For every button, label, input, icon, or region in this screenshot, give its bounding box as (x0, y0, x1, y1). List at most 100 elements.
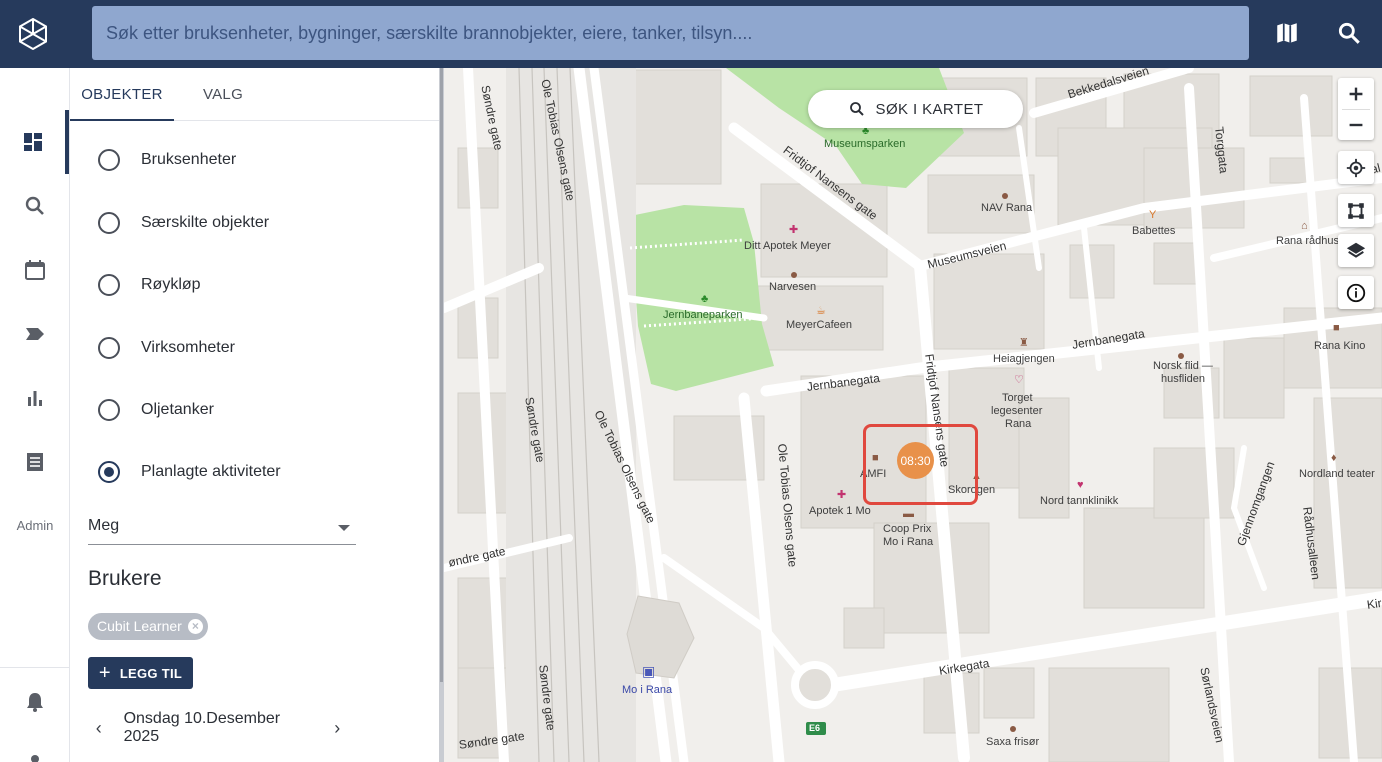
dentist-icon: ♥ (1077, 479, 1084, 491)
option-roykløp[interactable]: Røykløp (98, 265, 201, 305)
tab-objekter[interactable]: OBJEKTER (70, 68, 174, 121)
option-serskilte-objekter[interactable]: Særskilte objekter (98, 203, 269, 243)
next-day-chevron-icon[interactable]: › (326, 717, 348, 739)
user-chip: Cubit Learner × (88, 613, 208, 640)
remove-user-icon[interactable]: × (187, 619, 203, 634)
shop-dot-icon (1178, 353, 1184, 359)
calendar-icon (24, 260, 45, 280)
draw-area-button[interactable] (1338, 194, 1374, 227)
rail-item-profile[interactable] (0, 734, 69, 762)
place-label: NAV Rana (981, 202, 1033, 214)
locate-me-button[interactable] (1338, 151, 1374, 184)
rail-item-statistics[interactable] (0, 366, 69, 430)
place-label: Nordland teater (1299, 468, 1375, 480)
place-label: husfliden (1161, 373, 1206, 385)
option-label: Bruksenheter (141, 151, 237, 168)
search-icon[interactable] (1336, 20, 1362, 46)
rail-item-tags[interactable] (0, 302, 69, 366)
rail-item-reports[interactable] (0, 430, 69, 494)
option-bruksenheter[interactable]: Bruksenheter (98, 140, 236, 180)
add-user-label: LEGG TIL (119, 665, 183, 681)
gps-target-icon (1346, 158, 1366, 177)
polygon-select-icon (1348, 202, 1364, 219)
current-date: Onsdag 10.Desember 2025 (123, 710, 281, 745)
dropdown-caret-icon (338, 525, 350, 531)
tab-valg[interactable]: VALG (184, 68, 262, 121)
search-in-map-button[interactable]: SØK I KARTET (808, 90, 1023, 128)
user-icon (30, 755, 39, 762)
rail-divider (0, 667, 70, 668)
radio-button[interactable] (98, 149, 120, 171)
place-label: MeyerCafeen (786, 319, 853, 331)
park-tree-icon: ♣ (701, 293, 709, 305)
zoom-out-icon[interactable] (1345, 110, 1367, 140)
option-virksomheter[interactable]: Virksomheter (98, 328, 235, 368)
option-label: Røykløp (141, 276, 201, 293)
map-info-button[interactable] (1338, 276, 1374, 309)
bar-chart-icon (27, 391, 42, 406)
theatre-icon: ♦ (1331, 452, 1337, 464)
place-label: legesenter (991, 405, 1043, 417)
place-label: Museumsparken (824, 138, 906, 150)
map-icon[interactable] (1274, 20, 1300, 46)
option-planlagte-aktiviteter[interactable]: Planlagte aktiviteter (98, 452, 281, 492)
label-tag-icon (25, 328, 44, 340)
rail-item-admin[interactable]: Admin (0, 518, 70, 533)
radio-button-checked[interactable] (98, 461, 120, 483)
previous-day-chevron-icon[interactable]: ‹ (88, 717, 110, 739)
radio-button[interactable] (98, 212, 120, 234)
layers-button[interactable] (1338, 234, 1374, 267)
global-search[interactable] (92, 6, 1249, 60)
townhall-icon: ⌂ (1301, 220, 1308, 232)
supermarket-icon: ▬ (903, 508, 914, 520)
search-icon (25, 196, 44, 215)
place-label: Narvesen (769, 281, 817, 293)
owner-select[interactable]: Meg (88, 513, 356, 545)
panel-tabs: OBJEKTER VALG (70, 68, 439, 121)
add-user-button[interactable]: + LEGG TIL (88, 657, 193, 689)
shop-dot-icon (791, 272, 797, 278)
place-label: Saxa frisør (986, 736, 1040, 748)
filter-panel: OBJEKTER VALG Bruksenheter Særskilte obj… (70, 68, 439, 762)
statue-icon: ♜ (1019, 337, 1029, 349)
rail-item-calendar[interactable] (0, 238, 69, 302)
radio-button[interactable] (98, 274, 120, 296)
place-label: Rana (1005, 418, 1032, 430)
owner-select-value: Meg (88, 517, 120, 534)
highlight-box (863, 424, 978, 505)
place-label: Rana Kino (1314, 340, 1366, 352)
place-label: Coop Prix (883, 523, 932, 535)
place-label: Norsk flid — (1153, 360, 1213, 372)
e6-road-shield-label: E6 (809, 723, 821, 733)
user-chip-label: Cubit Learner (97, 618, 182, 634)
zoom-in-icon[interactable] (1345, 79, 1367, 109)
medical-icon: ♡ (1014, 374, 1024, 386)
option-oljetanker[interactable]: Oljetanker (98, 390, 214, 430)
radio-button[interactable] (98, 337, 120, 359)
receipt-icon (26, 453, 43, 471)
bell-icon (26, 693, 43, 712)
option-label: Planlagte aktiviteter (141, 463, 281, 480)
map-view[interactable]: Ole Tobias Olsens gate Ole Tobias Olsens… (444, 68, 1382, 762)
rail-item-dashboard[interactable] (0, 110, 69, 174)
resize-grip[interactable] (440, 68, 443, 682)
shop-dot-icon (1010, 726, 1016, 732)
option-label: Oljetanker (141, 401, 214, 418)
layers-icon (1346, 242, 1366, 258)
left-navigation-rail: Admin (0, 68, 70, 762)
plus-icon: + (98, 662, 111, 684)
zoom-control (1338, 78, 1374, 140)
place-label: Jernbaneparken (663, 309, 743, 321)
office-dot-icon (1002, 193, 1008, 199)
app-logo-icon[interactable] (18, 18, 48, 50)
rail-item-search[interactable] (0, 174, 69, 238)
map-base-layer (444, 68, 1382, 762)
pharmacy-icon: ✚ (789, 224, 799, 236)
place-label: Apotek 1 Mo (809, 505, 871, 517)
place-label: Babettes (1132, 225, 1176, 237)
users-heading: Brukere (88, 567, 162, 590)
global-search-input[interactable] (106, 6, 1249, 60)
radio-button[interactable] (98, 399, 120, 421)
rail-item-notifications[interactable] (0, 670, 69, 734)
place-label: Rana rådhus (1276, 235, 1339, 247)
